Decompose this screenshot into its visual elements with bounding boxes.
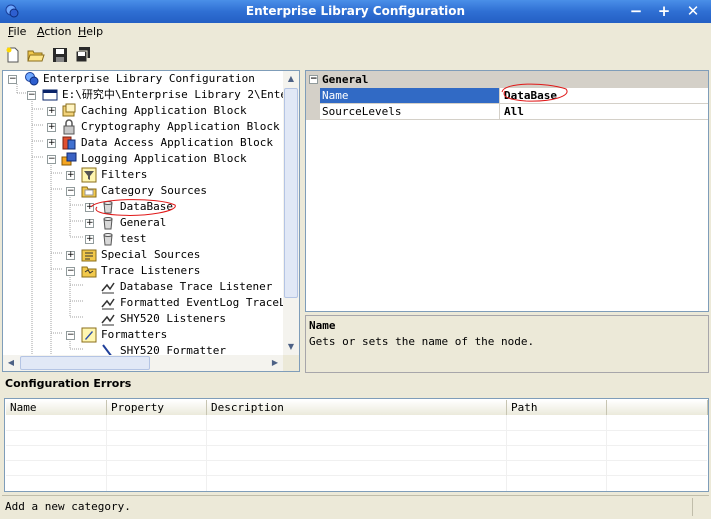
column-header-property[interactable]: Property bbox=[107, 400, 207, 415]
tree-collapse-toggle[interactable]: − bbox=[8, 75, 17, 84]
tree-node-root[interactable]: Enterprise Library Configuration bbox=[43, 71, 255, 87]
property-grid: − General Name DataBase SourceLevels All bbox=[305, 70, 709, 312]
filter-icon bbox=[81, 167, 97, 183]
tree-node-logging[interactable]: Logging Application Block bbox=[81, 151, 247, 167]
tree-node-cryptography[interactable]: Cryptography Application Block bbox=[81, 119, 280, 135]
tree-node-shy520-listeners[interactable]: SHY520 Listeners bbox=[120, 311, 226, 327]
save-icon[interactable] bbox=[51, 46, 69, 64]
scroll-right-icon[interactable]: ▶ bbox=[267, 355, 283, 371]
tree-expand-toggle[interactable]: + bbox=[47, 123, 56, 132]
description-text: Gets or sets the name of the node. bbox=[309, 335, 535, 348]
property-category-label: General bbox=[322, 73, 369, 86]
tree-expand-toggle[interactable]: + bbox=[66, 251, 75, 260]
listener-icon bbox=[101, 282, 115, 294]
grid-line bbox=[606, 415, 607, 491]
tree-collapse-toggle[interactable]: − bbox=[66, 331, 75, 340]
tree-expand-toggle[interactable]: + bbox=[85, 235, 94, 244]
tree-collapse-toggle[interactable]: − bbox=[66, 187, 75, 196]
tree-collapse-toggle[interactable]: − bbox=[47, 155, 56, 164]
window-icon bbox=[42, 89, 58, 101]
grid-line bbox=[506, 415, 507, 491]
column-header-path[interactable]: Path bbox=[507, 400, 607, 415]
data-icon bbox=[62, 136, 76, 150]
tree-vertical-scrollbar[interactable]: ▲ ▼ bbox=[283, 71, 299, 355]
errors-title: Configuration Errors bbox=[5, 377, 132, 390]
grid-line bbox=[106, 415, 107, 491]
description-pane: Name Gets or sets the name of the node. bbox=[305, 315, 709, 373]
tree-view: − Enterprise Library Configuration − E:\… bbox=[3, 71, 285, 355]
property-name[interactable]: SourceLevels bbox=[320, 104, 500, 120]
property-value[interactable]: All bbox=[500, 104, 708, 120]
tree-expand-toggle[interactable]: + bbox=[85, 219, 94, 228]
open-icon[interactable] bbox=[27, 46, 45, 64]
tree-node-database-trace-listener[interactable]: Database Trace Listener bbox=[120, 279, 272, 295]
special-icon bbox=[81, 249, 97, 262]
status-bar: Add a new category. bbox=[2, 495, 709, 518]
tree-expand-toggle[interactable]: + bbox=[66, 171, 75, 180]
menu-bar: File Action Help bbox=[0, 23, 711, 41]
grid-line bbox=[206, 415, 207, 491]
grid-line bbox=[6, 460, 707, 461]
tree-expand-toggle[interactable]: + bbox=[47, 139, 56, 148]
errors-list[interactable]: Name Property Description Path bbox=[4, 398, 709, 492]
new-icon[interactable] bbox=[4, 46, 22, 64]
tree-expand-toggle[interactable]: + bbox=[47, 107, 56, 116]
resize-grip-icon[interactable] bbox=[692, 498, 707, 516]
column-header-description[interactable]: Description bbox=[207, 400, 507, 415]
bucket-icon bbox=[103, 233, 113, 246]
annotation-circle bbox=[90, 199, 176, 216]
menu-help[interactable]: Help bbox=[78, 25, 103, 38]
grid-line bbox=[6, 475, 707, 476]
window-title: Enterprise Library Configuration bbox=[245, 4, 466, 18]
tree-node-trace-listeners[interactable]: Trace Listeners bbox=[101, 263, 200, 279]
tree-node-special-sources[interactable]: Special Sources bbox=[101, 247, 200, 263]
tree-node-config-file[interactable]: E:\研究中\Enterprise Library 2\Enterp bbox=[62, 87, 285, 103]
tree-node-filters[interactable]: Filters bbox=[101, 167, 147, 183]
column-header-spacer bbox=[607, 400, 708, 415]
property-row-sourcelevels[interactable]: SourceLevels All bbox=[306, 104, 708, 120]
toolbar bbox=[0, 42, 711, 68]
tree-node-test[interactable]: test bbox=[120, 231, 147, 247]
tree-node-formatted-eventlog-listener[interactable]: Formatted EventLog TraceLis bbox=[120, 295, 285, 311]
category-collapse-toggle[interactable]: − bbox=[309, 75, 318, 84]
tree-node-formatters[interactable]: Formatters bbox=[101, 327, 167, 343]
listener-icon bbox=[101, 298, 115, 310]
title-bar: Enterprise Library Configuration − + ✕ bbox=[0, 0, 711, 23]
grid-line bbox=[6, 445, 707, 446]
app-icon bbox=[25, 72, 39, 86]
scroll-left-icon[interactable]: ◀ bbox=[3, 355, 19, 371]
pen-icon bbox=[102, 344, 112, 355]
scroll-thumb[interactable] bbox=[20, 356, 150, 370]
close-button[interactable]: ✕ bbox=[682, 2, 704, 21]
tree-collapse-toggle[interactable]: − bbox=[66, 267, 75, 276]
tree-collapse-toggle[interactable]: − bbox=[27, 91, 36, 100]
tree-horizontal-scrollbar[interactable]: ◀ ▶ bbox=[3, 355, 285, 371]
column-header-name[interactable]: Name bbox=[6, 400, 107, 415]
status-text: Add a new category. bbox=[5, 500, 131, 513]
grid-line bbox=[6, 430, 707, 431]
tree-node-shy520-formatter[interactable]: SHY520 Formatter bbox=[120, 343, 226, 355]
minimize-button[interactable]: − bbox=[625, 2, 647, 21]
property-name[interactable]: Name bbox=[320, 88, 500, 104]
configuration-tree: − Enterprise Library Configuration − E:\… bbox=[2, 70, 300, 372]
menu-action[interactable]: Action bbox=[37, 25, 71, 38]
tree-node-data-access[interactable]: Data Access Application Block bbox=[81, 135, 273, 151]
scroll-thumb[interactable] bbox=[284, 88, 298, 298]
listener-icon bbox=[101, 314, 115, 326]
formatter-folder-icon bbox=[81, 327, 97, 343]
log-icon bbox=[61, 152, 77, 166]
lock-icon bbox=[63, 119, 75, 135]
scroll-up-icon[interactable]: ▲ bbox=[283, 71, 299, 87]
annotation-circle bbox=[501, 83, 568, 102]
scroll-down-icon[interactable]: ▼ bbox=[283, 339, 299, 355]
maximize-button[interactable]: + bbox=[653, 2, 675, 21]
folder-icon bbox=[81, 266, 97, 278]
description-title: Name bbox=[309, 319, 336, 332]
menu-file[interactable]: File bbox=[8, 25, 26, 38]
save-all-icon[interactable] bbox=[74, 46, 92, 64]
scroll-corner bbox=[283, 355, 299, 371]
tree-node-caching[interactable]: Caching Application Block bbox=[81, 103, 247, 119]
block-icon bbox=[62, 103, 76, 117]
